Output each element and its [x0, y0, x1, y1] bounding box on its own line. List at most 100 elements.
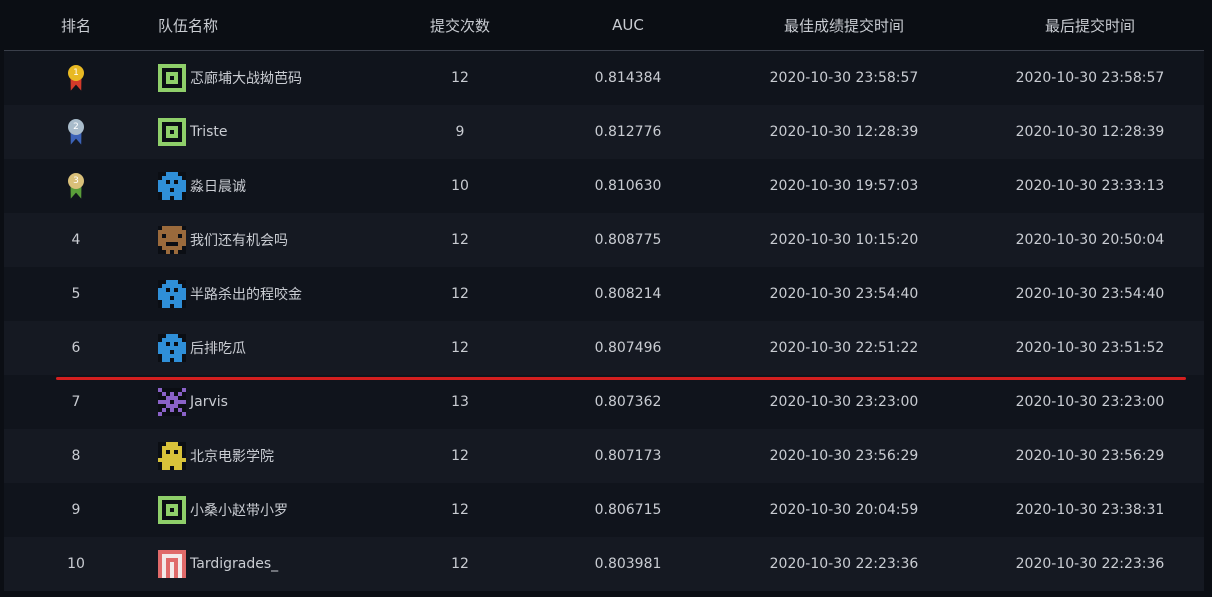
header-auc[interactable]: AUC	[568, 0, 688, 50]
last-submit-time: 2020-10-30 23:51:52	[1015, 340, 1165, 356]
last-submit-time: 2020-10-30 23:23:00	[1015, 394, 1165, 410]
leaderboard: 排名 队伍名称 提交次数 AUC 最佳成绩提交时间 最后提交时间 1 忑廊埔大战拗…	[0, 0, 1212, 597]
auc-score: 0.806715	[594, 502, 662, 518]
blue-pixel-avatar-icon	[158, 172, 186, 200]
rank-cell: 9	[4, 483, 148, 537]
bronze-medal-icon: 3	[65, 173, 87, 201]
best-submit-time: 2020-10-30 23:56:29	[769, 448, 919, 464]
team-name[interactable]: 我们还有机会吗	[190, 230, 288, 250]
submissions-count: 9	[455, 124, 465, 140]
best-submit-time: 2020-10-30 20:04:59	[769, 502, 919, 518]
table-row[interactable]: 10 Tardigrades_ 12 0.803981 2020-10-30 22:23…	[4, 537, 1204, 591]
auc-score: 0.814384	[594, 70, 662, 86]
last-submit-time: 2020-10-30 23:58:57	[1015, 70, 1165, 86]
submissions-count: 12	[451, 448, 469, 464]
rank-number: 10	[67, 556, 85, 572]
team-name[interactable]: Jarvis	[190, 394, 228, 410]
table-row[interactable]: 7 Jarvis 13 0.807362 2020-10-30 23:23:00 2020…	[4, 375, 1204, 429]
team-name[interactable]: 淼日晨诚	[190, 176, 246, 196]
team-cell[interactable]: Triste	[158, 105, 428, 159]
team-cell[interactable]: 忑廊埔大战拗芭码	[158, 51, 428, 105]
table-row[interactable]: 9 小桑小赵带小罗 12 0.806715 2020-10-30 20:04:59 202…	[4, 483, 1204, 537]
team-cell[interactable]: Tardigrades_	[158, 537, 428, 591]
team-name[interactable]: Triste	[190, 124, 228, 140]
team-name[interactable]: Tardigrades_	[190, 556, 278, 572]
rank-cell: 3	[4, 159, 148, 213]
table-header: 排名 队伍名称 提交次数 AUC 最佳成绩提交时间 最后提交时间	[4, 0, 1204, 51]
submissions-count: 10	[451, 178, 469, 194]
table-row[interactable]: 3 淼日晨诚 10 0.810630 2020-10-30 19:57:03 2020-1…	[4, 159, 1204, 213]
last-submit-time: 2020-10-30 20:50:04	[1015, 232, 1165, 248]
submissions-count: 12	[451, 70, 469, 86]
header-submissions[interactable]: 提交次数	[400, 0, 520, 50]
green-pixel-avatar-icon	[158, 496, 186, 524]
team-name[interactable]: 后排吃瓜	[190, 338, 246, 358]
best-submit-time: 2020-10-30 22:51:22	[769, 340, 919, 356]
submissions-count: 12	[451, 340, 469, 356]
best-submit-time: 2020-10-30 23:54:40	[769, 286, 919, 302]
header-rank[interactable]: 排名	[4, 0, 148, 50]
brown-pixel-avatar-icon	[158, 226, 186, 254]
team-cell[interactable]: Jarvis	[158, 375, 428, 429]
table-row[interactable]: 1 忑廊埔大战拗芭码 12 0.814384 2020-10-30 23:58:57 20…	[4, 51, 1204, 105]
rank-number: 9	[71, 502, 81, 518]
auc-score: 0.807173	[594, 448, 662, 464]
team-cell[interactable]: 北京电影学院	[158, 429, 428, 483]
team-name[interactable]: 半路杀出的程咬金	[190, 284, 302, 304]
best-submit-time: 2020-10-30 23:23:00	[769, 394, 919, 410]
team-cell[interactable]: 淼日晨诚	[158, 159, 428, 213]
table-row[interactable]: 6 后排吃瓜 12 0.807496 2020-10-30 22:51:22 2020-1…	[4, 321, 1204, 375]
auc-score: 0.812776	[594, 124, 662, 140]
team-cell[interactable]: 小桑小赵带小罗	[158, 483, 428, 537]
rank-number: 8	[71, 448, 81, 464]
rank-cell: 1	[4, 51, 148, 105]
last-submit-time: 2020-10-30 12:28:39	[1015, 124, 1165, 140]
last-submit-time: 2020-10-30 22:23:36	[1015, 556, 1165, 572]
rank-cell: 5	[4, 267, 148, 321]
rank-number: 4	[71, 232, 81, 248]
rank-cell: 4	[4, 213, 148, 267]
last-submit-time: 2020-10-30 23:56:29	[1015, 448, 1165, 464]
last-submit-time: 2020-10-30 23:33:13	[1015, 178, 1165, 194]
table-row[interactable]: 2 Triste 9 0.812776 2020-10-30 12:28:39 2020-…	[4, 105, 1204, 159]
auc-score: 0.807496	[594, 340, 662, 356]
rank-number: 7	[71, 394, 81, 410]
last-submit-time: 2020-10-30 23:54:40	[1015, 286, 1165, 302]
auc-score: 0.808775	[594, 232, 662, 248]
cutoff-line	[56, 377, 1186, 380]
rank-cell: 2	[4, 105, 148, 159]
team-cell[interactable]: 我们还有机会吗	[158, 213, 428, 267]
team-name[interactable]: 小桑小赵带小罗	[190, 500, 288, 520]
table-row[interactable]: 4 我们还有机会吗 12 0.808775 2020-10-30 10:15:20 202…	[4, 213, 1204, 267]
rank-number: 5	[71, 286, 81, 302]
team-name[interactable]: 忑廊埔大战拗芭码	[190, 68, 302, 88]
last-submit-time: 2020-10-30 23:38:31	[1015, 502, 1165, 518]
blue-pixel-avatar-icon	[158, 280, 186, 308]
red-pixel-avatar-icon	[158, 550, 186, 578]
team-cell[interactable]: 后排吃瓜	[158, 321, 428, 375]
team-cell[interactable]: 半路杀出的程咬金	[158, 267, 428, 321]
best-submit-time: 2020-10-30 22:23:36	[769, 556, 919, 572]
best-submit-time: 2020-10-30 19:57:03	[769, 178, 919, 194]
submissions-count: 12	[451, 232, 469, 248]
green-pixel-avatar-icon	[158, 118, 186, 146]
header-last-time[interactable]: 最后提交时间	[990, 0, 1190, 50]
auc-score: 0.803981	[594, 556, 662, 572]
rank-cell: 8	[4, 429, 148, 483]
silver-medal-icon: 2	[65, 119, 87, 147]
table-row[interactable]: 8 北京电影学院 12 0.807173 2020-10-30 23:56:29 2020…	[4, 429, 1204, 483]
submissions-count: 12	[451, 286, 469, 302]
submissions-count: 13	[451, 394, 469, 410]
best-submit-time: 2020-10-30 23:58:57	[769, 70, 919, 86]
team-name[interactable]: 北京电影学院	[190, 446, 274, 466]
header-best-time[interactable]: 最佳成绩提交时间	[744, 0, 944, 50]
purple-pixel-avatar-icon	[158, 388, 186, 416]
table-row[interactable]: 5 半路杀出的程咬金 12 0.808214 2020-10-30 23:54:40 20…	[4, 267, 1204, 321]
best-submit-time: 2020-10-30 10:15:20	[769, 232, 919, 248]
header-team[interactable]: 队伍名称	[158, 0, 428, 50]
gold-medal-icon: 1	[65, 65, 87, 93]
blue-pixel-avatar-icon	[158, 334, 186, 362]
auc-score: 0.808214	[594, 286, 662, 302]
submissions-count: 12	[451, 556, 469, 572]
green-pixel-avatar-icon	[158, 64, 186, 92]
